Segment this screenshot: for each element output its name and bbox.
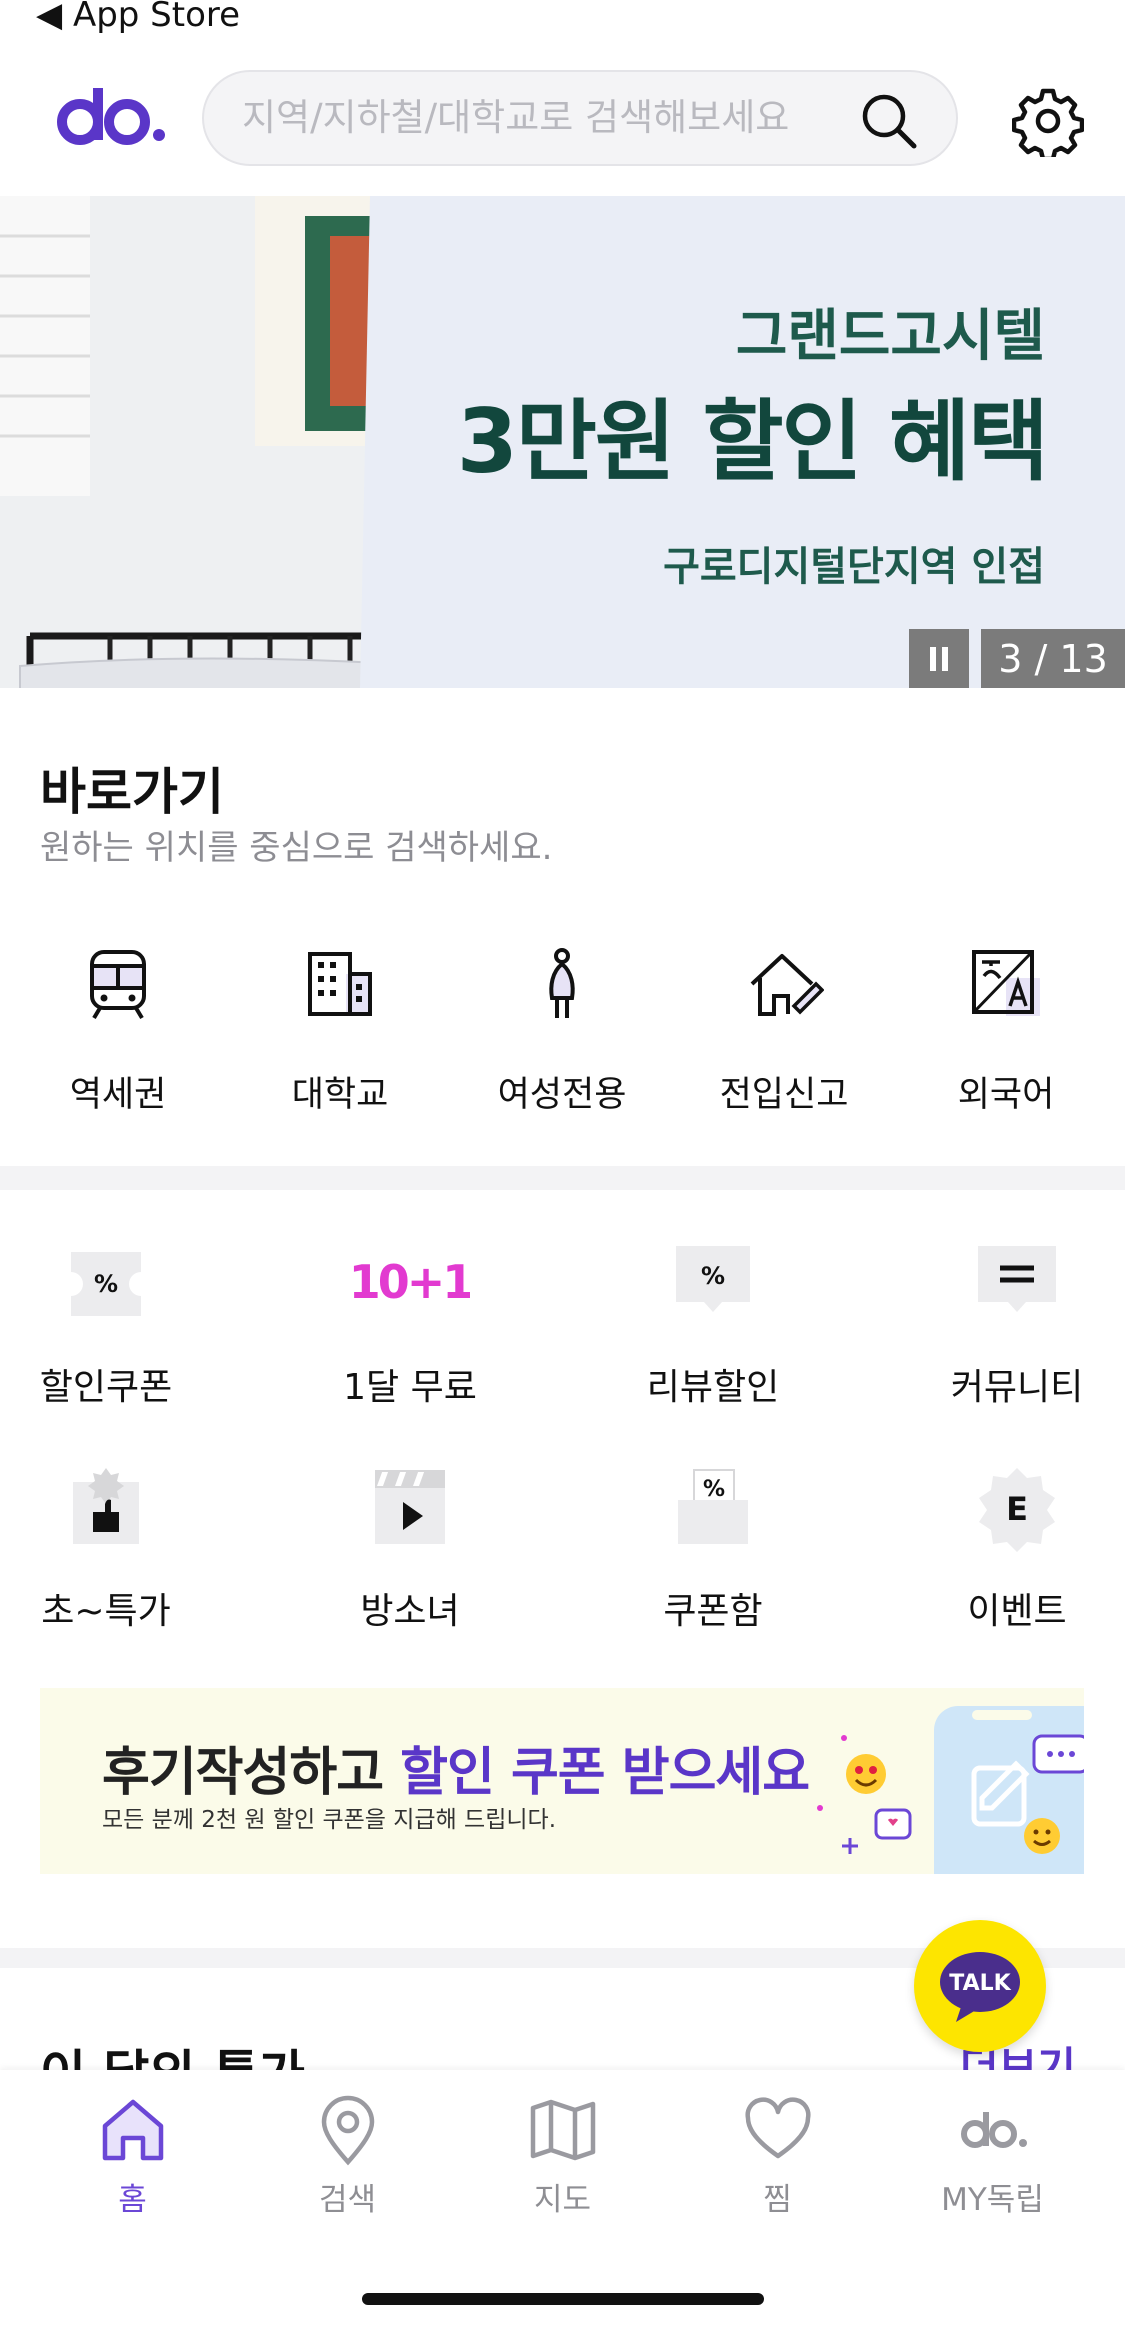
svg-text:TALK: TALK <box>949 1971 1011 1996</box>
shortcut-university[interactable]: 대학교 <box>235 944 445 1117</box>
search-icon[interactable] <box>858 90 920 152</box>
promo-headline: 후기작성하고 할인 쿠폰 받으세요 <box>102 1730 810 1805</box>
chat-bubble-icon: TALK <box>940 1952 1020 2022</box>
tab-label: 찜 <box>763 2182 792 2218</box>
coupon-box-icon: % <box>678 1469 748 1544</box>
tab-map[interactable]: 지도 <box>450 2094 675 2219</box>
search-input[interactable]: 지역/지하철/대학교로 검색해보세요 <box>242 72 802 164</box>
pause-icon <box>930 647 948 671</box>
tab-favorites[interactable]: 찜 <box>665 2094 890 2219</box>
shortcut-foreign-language[interactable]: 외국어 <box>901 944 1111 1117</box>
shortcut-women-only[interactable]: 여성전용 <box>457 944 667 1117</box>
location-pin-icon <box>321 2095 374 2166</box>
heart-icon <box>744 2097 811 2159</box>
svg-text:E: E <box>1006 1490 1028 1528</box>
language-icon <box>972 950 1040 1016</box>
menu-special-deal[interactable]: 초~특가 <box>0 1464 226 1634</box>
tab-search[interactable]: 검색 <box>235 2094 460 2219</box>
tab-home[interactable]: 홈 <box>20 2094 245 2219</box>
pause-button[interactable] <box>909 629 969 688</box>
woman-icon <box>549 948 575 1018</box>
tab-label: MY독립 <box>941 2182 1044 2218</box>
menu-label: 할인쿠폰 <box>39 1367 173 1408</box>
tab-label: 홈 <box>118 2182 147 2218</box>
monthly-special-title: 이 달의 특가 <box>40 2045 305 2074</box>
svg-text:%: % <box>701 1262 725 1290</box>
home-indicator <box>362 2293 764 2305</box>
promo-banner[interactable]: 그랜드고시텔 3만원 할인 혜택 구로디지털단지역 인접 3 / 13 <box>0 196 1125 688</box>
svg-text:10+1: 10+1 <box>350 1255 470 1309</box>
shortcut-label: 역세권 <box>69 1075 167 1115</box>
menu-discount-coupon[interactable]: % 할인쿠폰 <box>0 1240 226 1410</box>
menu-label: 방소녀 <box>360 1591 460 1632</box>
menu-label: 커뮤니티 <box>950 1367 1084 1408</box>
shortcut-label: 대학교 <box>291 1075 389 1115</box>
map-icon <box>530 2099 595 2161</box>
menu-review-discount[interactable]: % 리뷰할인 <box>593 1240 833 1410</box>
banner-headline: 3만원 할인 혜택 <box>456 390 1049 493</box>
menu-one-month-free[interactable]: 10+1 1달 무료 <box>290 1240 530 1410</box>
menu-label: 리뷰할인 <box>646 1367 780 1408</box>
talk-chat-button[interactable]: TALK <box>914 1920 1046 2052</box>
back-to-app-store[interactable]: ◀ App Store <box>36 0 240 32</box>
shortcut-label: 전입신고 <box>719 1075 849 1115</box>
menu-coupon-box[interactable]: % 쿠폰함 <box>593 1464 833 1634</box>
my-logo-icon <box>960 2112 1027 2148</box>
coupon-icon: % <box>71 1252 141 1316</box>
section-divider <box>0 1166 1125 1190</box>
search-bar[interactable]: 지역/지하철/대학교로 검색해보세요 <box>202 70 958 166</box>
svg-text:%: % <box>94 1270 118 1298</box>
ten-plus-one-icon: 10+1 <box>350 1255 470 1309</box>
review-discount-icon: % <box>676 1246 750 1312</box>
shortcuts-title: 바로가기 <box>40 763 224 821</box>
bottom-tab-bar: 홈 검색 지도 찜 MY독립 <box>0 2070 1125 2327</box>
video-icon <box>375 1470 445 1544</box>
app-logo[interactable] <box>55 80 170 160</box>
tab-my-dokrip[interactable]: MY독립 <box>880 2094 1105 2219</box>
shortcuts-description: 원하는 위치를 중심으로 검색하세요. <box>40 828 553 868</box>
tab-label: 검색 <box>318 2182 377 2218</box>
menu-label: 1달 무료 <box>343 1367 477 1408</box>
house-pen-icon <box>750 954 824 1016</box>
community-icon <box>978 1246 1056 1312</box>
special-deal-icon <box>73 1468 139 1544</box>
event-icon: E <box>979 1468 1055 1552</box>
promo-subtitle: 모든 분께 2천 원 할인 쿠폰을 지급해 드립니다. <box>102 1807 557 1833</box>
menu-label: 초~특가 <box>41 1591 171 1632</box>
svg-text:%: % <box>703 1477 725 1502</box>
banner-title: 그랜드고시텔 <box>735 304 1045 369</box>
menu-label: 이벤트 <box>967 1591 1067 1632</box>
home-icon <box>102 2099 163 2161</box>
banner-counter: 3 / 13 <box>981 629 1125 688</box>
promo-headline-part1: 후기작성하고 <box>102 1743 401 1803</box>
menu-bangsonyeo[interactable]: 방소녀 <box>290 1464 530 1634</box>
promo-headline-highlight: 할인 쿠폰 받으세요 <box>400 1743 810 1803</box>
shortcut-label: 여성전용 <box>497 1075 627 1115</box>
shortcut-station[interactable]: 역세권 <box>13 944 223 1117</box>
banner-subtitle: 구로디지털단지역 인접 <box>663 544 1045 590</box>
menu-event[interactable]: E 이벤트 <box>897 1464 1125 1634</box>
gear-icon[interactable] <box>1012 85 1084 157</box>
review-coupon-banner[interactable]: 후기작성하고 할인 쿠폰 받으세요 모든 분께 2천 원 할인 쿠폰을 지급해 … <box>40 1688 1084 1874</box>
phone-review-illustration <box>817 1706 1084 1874</box>
banner-room-photo <box>0 196 490 688</box>
menu-label: 쿠폰함 <box>663 1591 763 1632</box>
shortcut-label: 외국어 <box>957 1075 1055 1115</box>
train-icon <box>90 950 146 1020</box>
shortcut-move-in-report[interactable]: 전입신고 <box>679 944 889 1117</box>
menu-community[interactable]: 커뮤니티 <box>897 1240 1125 1410</box>
building-icon <box>308 952 372 1016</box>
tab-label: 지도 <box>533 2182 592 2218</box>
